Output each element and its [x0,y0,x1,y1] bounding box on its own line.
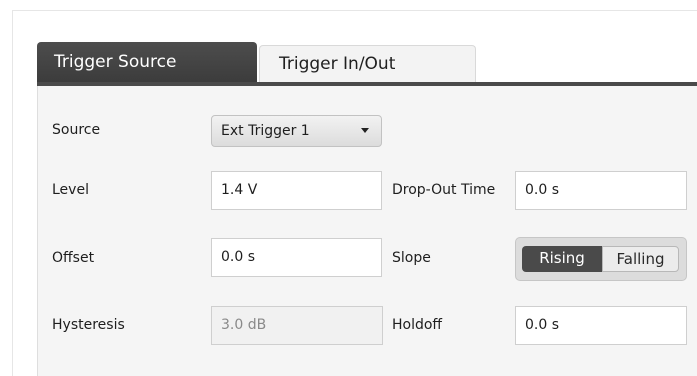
top-divider [12,10,697,11]
tab-trigger-source-label: Trigger Source [54,52,177,72]
dropout-time-label: Drop-Out Time [392,182,496,198]
holdoff-input[interactable]: 0.0 s [515,306,687,345]
slope-toggle: Rising Falling [515,237,687,281]
level-input[interactable]: 1.4 V [211,171,382,210]
source-label: Source [52,122,101,138]
source-dropdown[interactable]: Ext Trigger 1 [211,115,382,147]
holdoff-label: Holdoff [392,317,443,333]
left-divider [12,10,13,376]
chevron-down-icon [361,128,369,133]
offset-label: Offset [52,250,95,266]
source-dropdown-value: Ext Trigger 1 [221,123,310,139]
level-label: Level [52,182,89,198]
tab-trigger-in-out[interactable]: Trigger In/Out [259,45,476,82]
dropout-time-input[interactable]: 0.0 s [515,171,687,210]
tab-trigger-in-out-label: Trigger In/Out [279,54,396,74]
hysteresis-input: 3.0 dB [211,306,383,345]
slope-rising-button[interactable]: Rising [522,246,602,272]
offset-input[interactable]: 0.0 s [211,238,382,277]
tab-trigger-source[interactable]: Trigger Source [37,42,257,82]
slope-falling-button[interactable]: Falling [602,246,679,272]
slope-label: Slope [392,250,431,266]
hysteresis-label: Hysteresis [52,317,125,333]
